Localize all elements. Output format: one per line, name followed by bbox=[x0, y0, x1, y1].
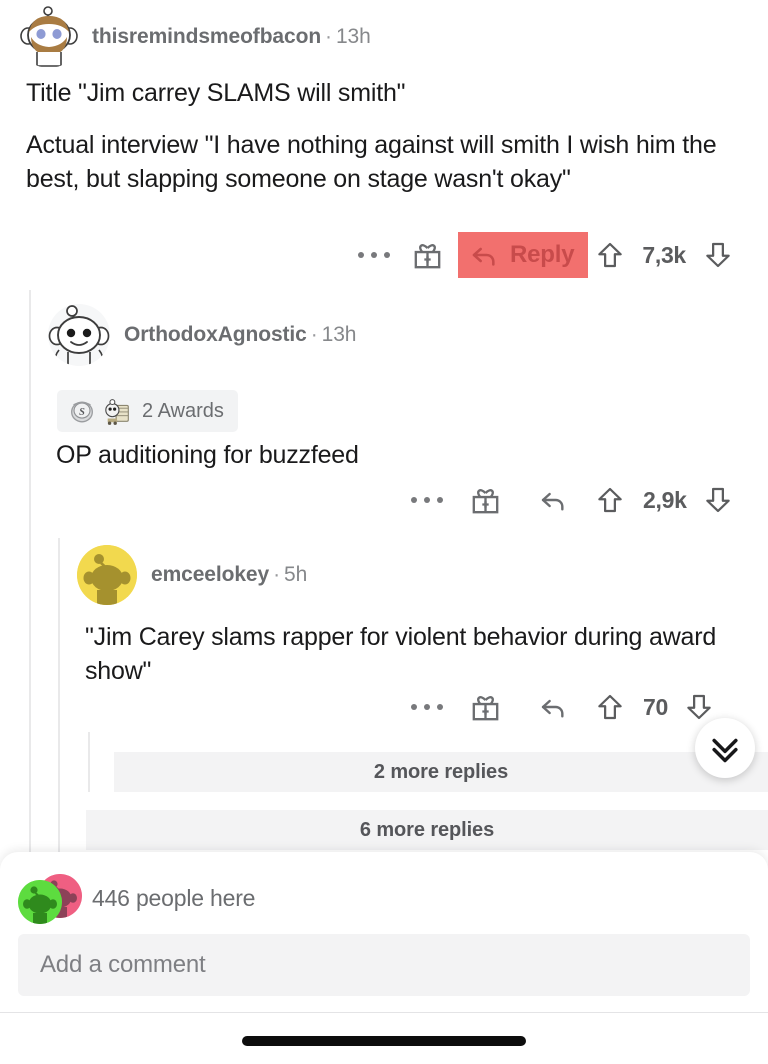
comment-score: 2,9k bbox=[643, 486, 687, 513]
snoo-yellow-avatar-icon bbox=[77, 545, 137, 605]
reply-button[interactable] bbox=[520, 685, 586, 729]
comment-body: OP auditioning for buzzfeed bbox=[56, 438, 746, 472]
upvote-arrow-icon bbox=[598, 694, 622, 720]
comment-timestamp: 5h bbox=[284, 563, 308, 586]
reply-arrow-icon bbox=[541, 699, 564, 718]
reply-button[interactable] bbox=[520, 478, 586, 522]
comment-author[interactable]: emceelokey bbox=[151, 563, 269, 586]
avatar[interactable] bbox=[18, 6, 80, 68]
comment-author-line[interactable]: emceelokey · 5h bbox=[151, 563, 307, 587]
more-options-button[interactable] bbox=[404, 685, 450, 729]
upvote-arrow-icon bbox=[598, 242, 623, 268]
more-replies-row[interactable]: 6 more replies bbox=[86, 810, 768, 850]
reply-button[interactable]: Reply bbox=[458, 232, 589, 278]
reply-label: Reply bbox=[510, 241, 575, 268]
awards-count-label: 2 Awards bbox=[142, 399, 224, 422]
downvote-arrow-icon bbox=[687, 694, 711, 720]
snoo-brown-beard-avatar-icon bbox=[20, 6, 78, 67]
downvote-button[interactable] bbox=[696, 232, 740, 278]
comment-paragraph: Title "Jim carrey SLAMS will smith" bbox=[26, 79, 406, 107]
give-award-button[interactable] bbox=[396, 233, 458, 277]
comment-paragraph: Actual interview "I have nothing against… bbox=[26, 131, 717, 193]
thread-line-depth-2[interactable] bbox=[58, 538, 60, 852]
add-comment-input[interactable]: Add a comment bbox=[18, 934, 750, 996]
comment-action-bar: 70 bbox=[404, 684, 721, 730]
upvote-button[interactable] bbox=[586, 684, 634, 730]
give-award-button[interactable] bbox=[450, 685, 520, 729]
sheet-divider bbox=[0, 1012, 768, 1013]
comment-header[interactable]: emceelokey · 5h bbox=[77, 545, 307, 605]
avatar[interactable] bbox=[77, 545, 137, 605]
give-award-button[interactable] bbox=[450, 478, 520, 522]
home-indicator[interactable] bbox=[242, 1036, 526, 1046]
downvote-arrow-icon bbox=[706, 242, 730, 268]
thread-line-depth-3[interactable] bbox=[88, 732, 90, 792]
snoo-green-avatar-icon bbox=[18, 880, 62, 924]
comment-author[interactable]: thisremindsmeofbacon bbox=[92, 25, 321, 48]
separator: · bbox=[325, 25, 332, 48]
comment-body: Title "Jim carrey SLAMS will smith" Actu… bbox=[26, 76, 742, 196]
downvote-button[interactable] bbox=[696, 477, 740, 523]
awards-badge[interactable]: S 2 Awards bbox=[57, 390, 238, 432]
comment-action-bar: 2,9k bbox=[404, 477, 740, 523]
separator: · bbox=[273, 563, 280, 586]
more-options-button[interactable] bbox=[352, 233, 396, 277]
comment-author-line[interactable]: OrthodoxAgnostic · 13h bbox=[124, 323, 356, 347]
more-replies-row[interactable]: 2 more replies bbox=[114, 752, 768, 792]
snoo-white-avatar-icon bbox=[48, 305, 110, 365]
comment-author-line[interactable]: thisremindsmeofbacon · 13h bbox=[92, 25, 371, 49]
svg-text:S: S bbox=[79, 407, 85, 418]
add-comment-placeholder: Add a comment bbox=[40, 951, 206, 978]
avatar-green bbox=[18, 880, 62, 924]
next-comment-button[interactable] bbox=[695, 718, 755, 778]
comment-timestamp: 13h bbox=[335, 25, 371, 48]
comment-header[interactable]: thisremindsmeofbacon · 13h bbox=[18, 6, 371, 68]
comment-author[interactable]: OrthodoxAgnostic bbox=[124, 323, 307, 346]
overflow-dots-icon bbox=[411, 704, 443, 710]
award-gift-icon bbox=[414, 243, 440, 268]
comment-score: 7,3k bbox=[642, 241, 686, 268]
reply-arrow-icon bbox=[472, 247, 495, 266]
silver-award-icon: S bbox=[71, 401, 93, 423]
award-gift-icon bbox=[472, 488, 498, 513]
comment-paragraph: "Jim Carey slams rapper for violent beha… bbox=[85, 623, 717, 685]
avatar[interactable] bbox=[48, 304, 110, 366]
reply-arrow-icon bbox=[541, 492, 564, 511]
more-options-button[interactable] bbox=[404, 478, 450, 522]
people-avatar-group bbox=[18, 874, 84, 924]
double-chevron-down-icon bbox=[712, 738, 738, 763]
upvote-button[interactable] bbox=[586, 477, 634, 523]
reddit-comment-thread-screen: thisremindsmeofbacon · 13h Title "Jim carr… bbox=[0, 0, 768, 1064]
comment-paragraph: OP auditioning for buzzfeed bbox=[56, 441, 359, 469]
upvote-button[interactable] bbox=[588, 232, 632, 278]
award-gift-icon bbox=[472, 695, 498, 720]
comment-timestamp: 13h bbox=[321, 323, 357, 346]
comment-header[interactable]: OrthodoxAgnostic · 13h bbox=[48, 304, 356, 366]
overflow-dots-icon bbox=[358, 252, 390, 258]
thread-line-depth-1[interactable] bbox=[29, 290, 31, 852]
overflow-dots-icon bbox=[411, 497, 443, 503]
people-here-count: 446 people here bbox=[92, 884, 256, 911]
separator: · bbox=[310, 323, 318, 346]
people-here-row[interactable]: 446 people here bbox=[18, 874, 256, 924]
comment-score: 70 bbox=[643, 693, 668, 720]
comment-action-bar: Reply 7,3k bbox=[352, 232, 740, 278]
wholesome-award-icon bbox=[105, 399, 129, 425]
comment-body: "Jim Carey slams rapper for violent beha… bbox=[85, 620, 747, 688]
upvote-arrow-icon bbox=[598, 487, 622, 513]
bottom-sheet: 446 people here Add a comment bbox=[0, 852, 768, 1064]
downvote-arrow-icon bbox=[705, 487, 730, 513]
